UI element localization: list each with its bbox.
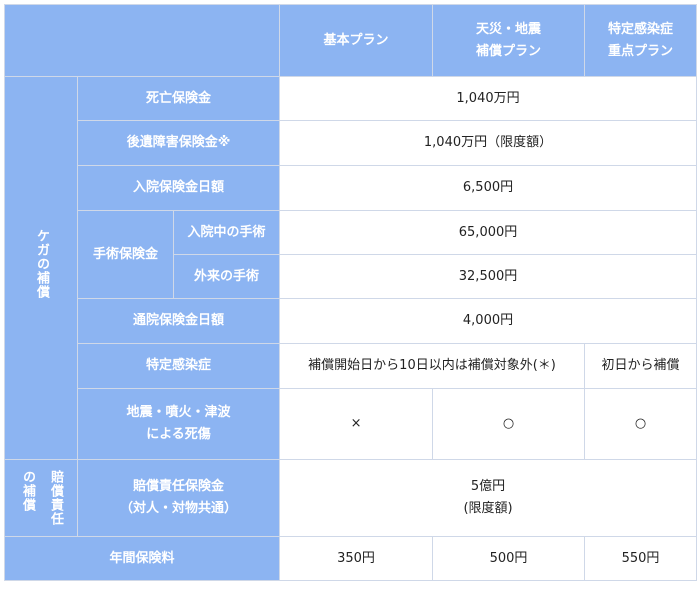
value-premium-infection: 550円	[584, 536, 698, 581]
value-disability-benefit: 1,040万円（限度額）	[279, 120, 698, 166]
header-row: 基本プラン 天災・地震 補償プラン 特定感染症 重点プラン	[3, 4, 698, 77]
row-outpatient-daily: 通院保険金日額 4,000円	[5, 298, 698, 344]
value-quake-infection: ○	[584, 388, 698, 460]
header-corner	[3, 4, 281, 77]
header-disaster-plan: 天災・地震 補償プラン	[432, 4, 586, 77]
value-quake-basic: ×	[279, 388, 434, 460]
label-liability-benefit: 賠償責任保険金 （対人・対物共通）	[76, 459, 281, 537]
label-surgery-benefit: 手術保険金	[77, 210, 174, 299]
value-quake-disaster: ○	[432, 388, 586, 460]
value-premium-disaster: 500円	[432, 536, 586, 581]
value-surgery-outpatient: 32,500円	[279, 254, 698, 299]
value-outpatient-daily: 4,000円	[279, 298, 698, 344]
insurance-plan-table: 基本プラン 天災・地震 補償プラン 特定感染症 重点プラン ケガの補償 死亡保険金 …	[3, 4, 698, 581]
value-premium-basic: 350円	[279, 536, 434, 581]
value-hospital-daily: 6,500円	[279, 165, 698, 211]
row-disability: 後遺障害保険金※ 1,040万円（限度額）	[5, 120, 698, 166]
row-liability: 賠償責任 の補償 賠償責任保険金 （対人・対物共通） 5億円 (限度額)	[4, 459, 698, 537]
label-annual-premium: 年間保険料	[3, 536, 281, 581]
label-outpatient-daily: 通院保険金日額	[76, 298, 281, 344]
group-liability-compensation: 賠償責任 の補償	[4, 459, 78, 537]
value-infection-basic-disaster: 補償開始日から10日以内は補償対象外(＊)	[279, 343, 586, 389]
row-hospital-daily: 入院保険金日額 6,500円	[5, 165, 698, 211]
row-premium: 年間保険料 350円 500円 550円	[3, 536, 698, 581]
row-quake: 地震・噴火・津波 による死傷 × ○ ○	[5, 388, 698, 460]
label-surgery-outpatient: 外来の手術	[172, 254, 281, 299]
label-hospital-daily: 入院保険金日額	[76, 165, 281, 211]
row-death: ケガの補償 死亡保険金 1,040万円	[4, 76, 698, 460]
label-infection: 特定感染症	[76, 343, 281, 389]
label-disability-benefit: 後遺障害保険金※	[76, 120, 281, 166]
value-infection-plan: 初日から補償	[584, 343, 698, 389]
value-death-benefit: 1,040万円	[279, 76, 698, 121]
value-liability-benefit: 5億円 (限度額)	[279, 459, 698, 537]
header-infection-plan: 特定感染症 重点プラン	[584, 4, 698, 77]
label-death-benefit: 死亡保険金	[76, 76, 281, 121]
label-surgery-inpatient: 入院中の手術	[172, 210, 281, 255]
row-infection: 特定感染症 補償開始日から10日以内は補償対象外(＊) 初日から補償	[5, 343, 698, 389]
header-basic-plan: 基本プラン	[279, 4, 434, 77]
row-surgery-inpatient: 手術保険金 入院中の手術 65,000円	[5, 210, 698, 299]
group-injury-compensation: ケガの補償	[4, 76, 78, 460]
label-quake-death: 地震・噴火・津波 による死傷	[76, 388, 281, 460]
value-surgery-inpatient: 65,000円	[279, 210, 698, 255]
